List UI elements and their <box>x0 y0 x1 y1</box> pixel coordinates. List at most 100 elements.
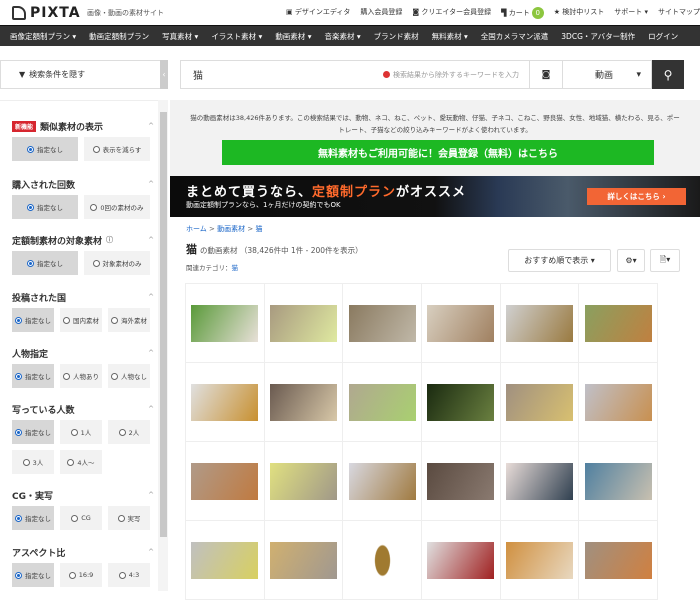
result-item[interactable] <box>264 363 344 442</box>
nav-item[interactable]: 3DCG・アバター制作 <box>561 31 635 42</box>
collapse-icon[interactable]: ^ <box>148 405 154 413</box>
nav-item[interactable]: 動画定額制プラン <box>89 31 149 42</box>
media-type-select[interactable]: 動画 ▾ <box>562 61 651 88</box>
result-item[interactable] <box>579 521 658 600</box>
video-thumbnail[interactable] <box>191 541 259 579</box>
design-editor-link[interactable]: ▣ デザインエディタ <box>286 7 350 19</box>
result-item[interactable] <box>343 442 422 521</box>
nav-item[interactable]: 音楽素材 ▾ <box>324 31 360 42</box>
video-thumbnail[interactable] <box>584 541 652 579</box>
collapse-icon[interactable]: ^ <box>148 349 154 357</box>
filter-option-radio[interactable]: 国内素材 <box>60 308 102 332</box>
filter-option-radio[interactable]: 0回の素材のみ <box>84 195 150 219</box>
filter-section-title[interactable]: 定額制素材の対象素材 ⓘ ^ <box>12 233 154 247</box>
cart-link[interactable]: ▜ カート 0 <box>501 7 544 19</box>
creator-register-link[interactable]: ◙ クリエイター会員登録 <box>412 7 491 19</box>
nav-item[interactable]: 動画素材 ▾ <box>275 31 311 42</box>
result-item[interactable] <box>421 363 501 442</box>
banner-details-button[interactable]: 詳しくはこちら › <box>587 188 686 205</box>
filter-option-radio[interactable]: 実写 <box>108 506 150 530</box>
nav-item[interactable]: 無料素材 ▾ <box>432 31 468 42</box>
video-thumbnail[interactable] <box>584 304 652 342</box>
filter-option-radio[interactable]: 指定なし <box>12 420 54 444</box>
nav-item[interactable]: 画像定額制プラン ▾ <box>10 31 76 42</box>
result-item[interactable] <box>343 521 422 600</box>
result-item[interactable] <box>343 284 422 363</box>
nav-item[interactable]: 全国カメラマン派遣 <box>481 31 549 42</box>
nav-item[interactable]: 写真素材 ▾ <box>162 31 198 42</box>
breadcrumb-current[interactable]: 猫 <box>255 225 262 233</box>
filter-option-radio[interactable]: 人物なし <box>108 364 150 388</box>
video-thumbnail[interactable] <box>269 304 337 342</box>
video-thumbnail[interactable] <box>427 383 495 421</box>
pixta-logo[interactable]: PIXTA <box>12 5 81 21</box>
video-thumbnail[interactable] <box>269 383 337 421</box>
result-item[interactable] <box>421 521 501 600</box>
filter-section-title[interactable]: 新機能 類似素材の表示 ^ <box>12 119 154 133</box>
exclude-keyword-input[interactable]: 検索結果から除外するキーワードを入力 <box>361 70 529 80</box>
sitemap-link[interactable]: サイトマップ <box>658 7 700 19</box>
collapse-icon[interactable]: ^ <box>148 548 154 556</box>
filter-section-title[interactable]: 人物指定 ^ <box>12 346 154 360</box>
nav-item-login[interactable]: ログイン <box>648 31 678 42</box>
filter-option-radio[interactable]: 4人～ <box>60 450 102 474</box>
collapse-icon[interactable]: ^ <box>148 236 154 244</box>
filter-option-radio[interactable]: 指定なし <box>12 195 78 219</box>
filter-section-title[interactable]: 投稿された国 ^ <box>12 290 154 304</box>
video-thumbnail[interactable] <box>505 304 573 342</box>
result-item[interactable] <box>421 284 501 363</box>
sidebar-scrollbar-thumb[interactable] <box>160 112 167 537</box>
video-thumbnail[interactable] <box>505 462 573 500</box>
save-icon[interactable]: 🗎▾ <box>650 249 680 272</box>
gear-icon[interactable]: ⚙▾ <box>617 249 645 272</box>
filter-section-title[interactable]: 写っている人数 ^ <box>12 402 154 416</box>
filter-section-title[interactable]: アスペクト比 ^ <box>12 545 154 559</box>
sort-dropdown[interactable]: おすすめ順で表示 ▾ <box>508 249 611 272</box>
filter-option-radio[interactable]: 16:9 <box>60 563 102 587</box>
video-thumbnail[interactable] <box>191 462 259 500</box>
result-item[interactable] <box>579 284 658 363</box>
hide-filters-button[interactable]: ▼ 検索条件を隠す <box>0 60 160 89</box>
search-button[interactable]: ⚲ <box>652 60 684 89</box>
category-link[interactable]: 猫 <box>232 264 239 272</box>
filter-option-radio[interactable]: 指定なし <box>12 364 54 388</box>
filter-option-radio[interactable]: 指定なし <box>12 308 54 332</box>
result-item[interactable] <box>264 442 344 521</box>
nav-item[interactable]: ブランド素材 <box>374 31 419 42</box>
video-thumbnail[interactable] <box>427 462 495 500</box>
filter-option-radio[interactable]: 2人 <box>108 420 150 444</box>
camera-search-icon[interactable]: ◙ <box>529 61 562 88</box>
filter-option-radio[interactable]: 対象素材のみ <box>84 251 150 275</box>
filter-option-radio[interactable]: 指定なし <box>12 506 54 530</box>
sidebar-collapse-handle[interactable]: ‹ <box>160 60 168 89</box>
filter-option-radio[interactable]: CG <box>60 506 102 530</box>
result-item[interactable] <box>186 442 265 521</box>
result-item[interactable] <box>421 442 501 521</box>
buyer-register-link[interactable]: 購入会員登録 <box>360 7 402 19</box>
video-thumbnail[interactable] <box>584 383 652 421</box>
video-thumbnail[interactable] <box>427 304 495 342</box>
filter-option-radio[interactable]: 海外素材 <box>108 308 150 332</box>
filter-section-title[interactable]: 購入された回数 ^ <box>12 177 154 191</box>
watchlist-link[interactable]: ★ 検討中リスト <box>554 7 605 19</box>
result-item[interactable] <box>186 521 265 600</box>
result-item[interactable] <box>579 442 658 521</box>
video-thumbnail[interactable] <box>348 383 416 421</box>
result-item[interactable] <box>186 284 265 363</box>
result-item[interactable] <box>579 363 658 442</box>
video-thumbnail[interactable] <box>269 541 337 579</box>
collapse-icon[interactable]: ^ <box>148 293 154 301</box>
video-thumbnail[interactable] <box>427 541 495 579</box>
video-thumbnail[interactable] <box>191 304 259 342</box>
filter-option-radio[interactable]: 人物あり <box>60 364 102 388</box>
filter-option-radio[interactable]: 指定なし <box>12 251 78 275</box>
video-thumbnail[interactable] <box>505 541 573 579</box>
result-item[interactable] <box>264 521 344 600</box>
result-item[interactable] <box>264 284 344 363</box>
result-item[interactable] <box>500 284 580 363</box>
filter-option-radio[interactable]: 指定なし <box>12 137 78 161</box>
support-menu[interactable]: サポート ▾ <box>614 7 648 19</box>
filter-option-radio[interactable]: 3人 <box>12 450 54 474</box>
video-thumbnail[interactable] <box>348 304 416 342</box>
free-register-button[interactable]: 無料素材もご利用可能に！会員登録（無料）はこちら <box>222 140 654 165</box>
